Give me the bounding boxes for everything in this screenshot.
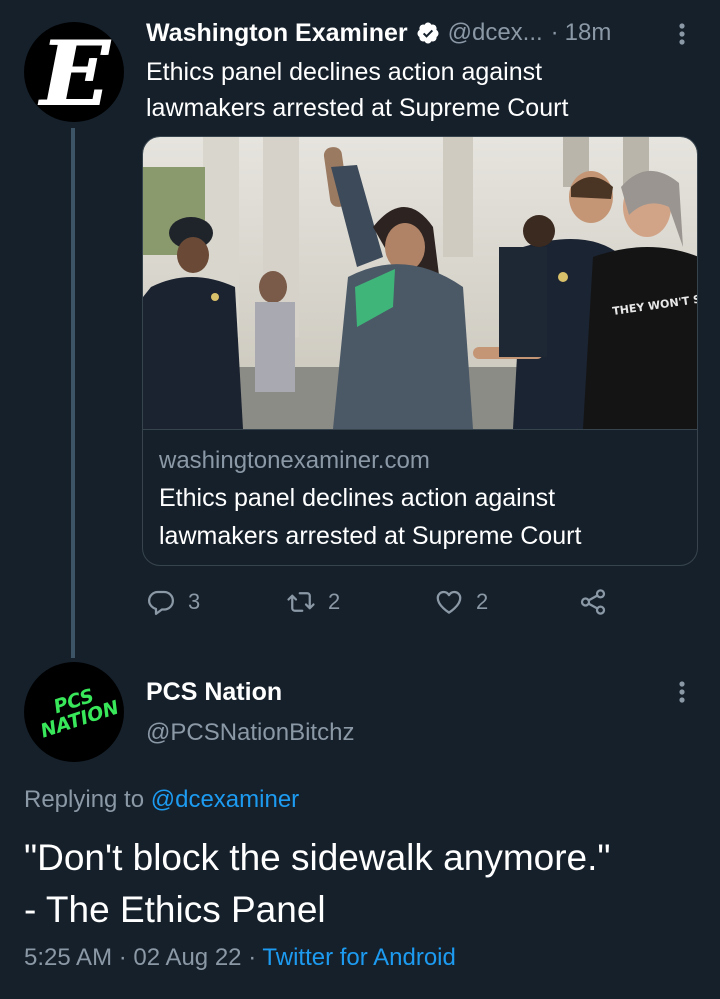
meta-separator: · xyxy=(248,944,257,971)
like-count: 2 xyxy=(476,589,489,614)
share-icon xyxy=(580,589,606,615)
tweet-header: Washington Examiner @dcex... · 18m xyxy=(146,16,611,50)
card-title: Ethics panel declines action against law… xyxy=(159,484,582,550)
reply-date[interactable]: 02 Aug 22 xyxy=(133,944,241,971)
reply-text-line: - The Ethics Panel xyxy=(24,889,326,930)
meta-separator: · xyxy=(118,944,127,971)
author-name[interactable]: Washington Examiner xyxy=(146,19,408,48)
avatar-logo: E xyxy=(39,22,109,122)
reply-text: "Don't block the sidewalk anymore." - Th… xyxy=(24,832,704,936)
tweet-meta: 5:25 AM · 02 Aug 22 · Twitter for Androi… xyxy=(24,944,456,972)
replying-prefix: Replying to xyxy=(24,786,145,813)
retweet-count: 2 xyxy=(328,589,341,614)
more-icon[interactable] xyxy=(672,20,692,48)
replying-mention-link[interactable]: @dcexaminer xyxy=(151,786,299,813)
reply-author-avatar[interactable]: PCS NATION xyxy=(24,662,124,762)
retweet-button[interactable]: 2 xyxy=(286,587,340,617)
card-domain: washingtonexaminer.com xyxy=(159,447,430,474)
author-avatar[interactable]: E xyxy=(24,22,124,122)
reply-count: 3 xyxy=(188,589,201,614)
thread-connector-line xyxy=(71,128,75,658)
header-separator: · xyxy=(550,19,559,46)
avatar-logo: PCS NATION xyxy=(37,684,122,743)
tweet-time[interactable]: 18m xyxy=(565,19,612,47)
retweet-icon xyxy=(287,592,315,612)
reply-time[interactable]: 5:25 AM xyxy=(24,944,112,971)
source-link[interactable]: Twitter for Android xyxy=(262,944,455,971)
reply-author-name[interactable]: PCS Nation xyxy=(146,678,282,707)
reply-button[interactable]: 3 xyxy=(146,587,200,617)
tweet-text: Ethics panel declines action against law… xyxy=(146,58,569,122)
more-icon[interactable] xyxy=(672,678,692,706)
card-divider xyxy=(143,429,697,430)
reply-author-handle[interactable]: @PCSNationBitchz xyxy=(146,719,354,747)
reply-icon xyxy=(148,590,174,615)
like-button[interactable]: 2 xyxy=(434,587,488,617)
card-image: THEY WON'T STOP AT ADE xyxy=(143,137,697,429)
verified-badge-icon xyxy=(417,22,439,44)
share-button[interactable] xyxy=(578,587,608,617)
author-handle[interactable]: @dcex... xyxy=(448,19,543,47)
link-card[interactable]: THEY WON'T STOP AT ADE washingtonexamine… xyxy=(142,136,698,566)
like-icon xyxy=(436,590,462,614)
replying-to: Replying to @dcexaminer xyxy=(24,786,299,814)
reply-text-line: "Don't block the sidewalk anymore." xyxy=(24,837,611,878)
